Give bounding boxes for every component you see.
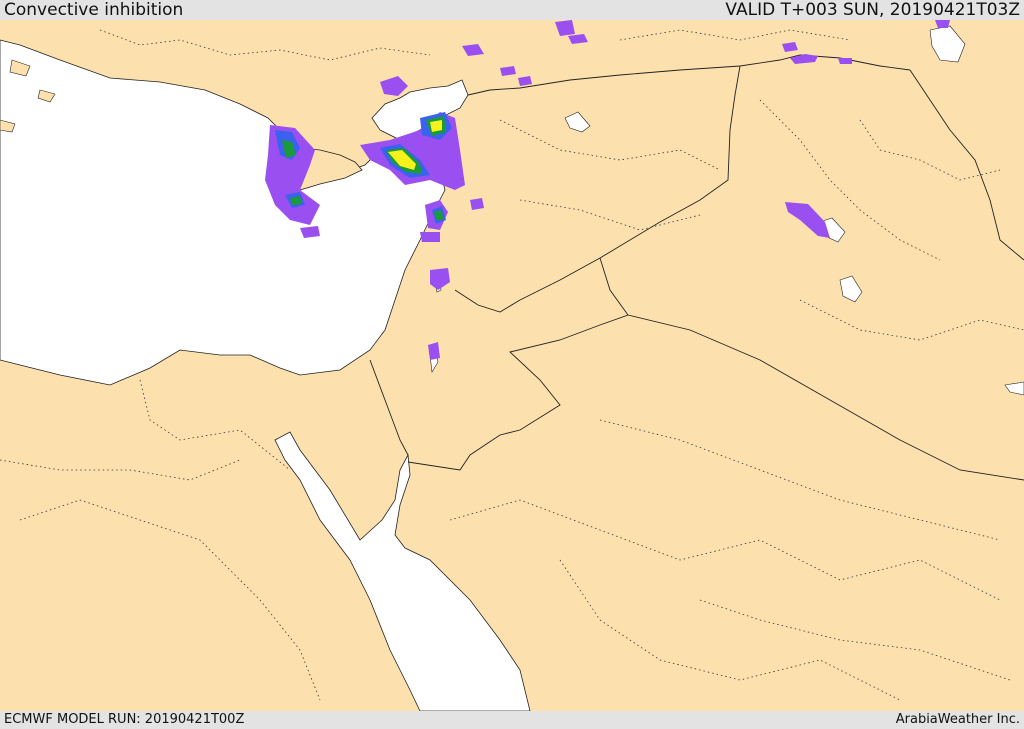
weather-map (0, 20, 1024, 711)
map-header: Convective inhibition VALID T+003 SUN, 2… (0, 0, 1024, 20)
map-title: Convective inhibition (4, 0, 184, 20)
model-run-label: ECMWF MODEL RUN: 20190421T00Z (4, 712, 245, 727)
credit-label: ArabiaWeather Inc. (895, 712, 1020, 727)
map-footer: ECMWF MODEL RUN: 20190421T00Z ArabiaWeat… (0, 711, 1024, 729)
valid-time: VALID T+003 SUN, 20190421T03Z (725, 0, 1020, 20)
